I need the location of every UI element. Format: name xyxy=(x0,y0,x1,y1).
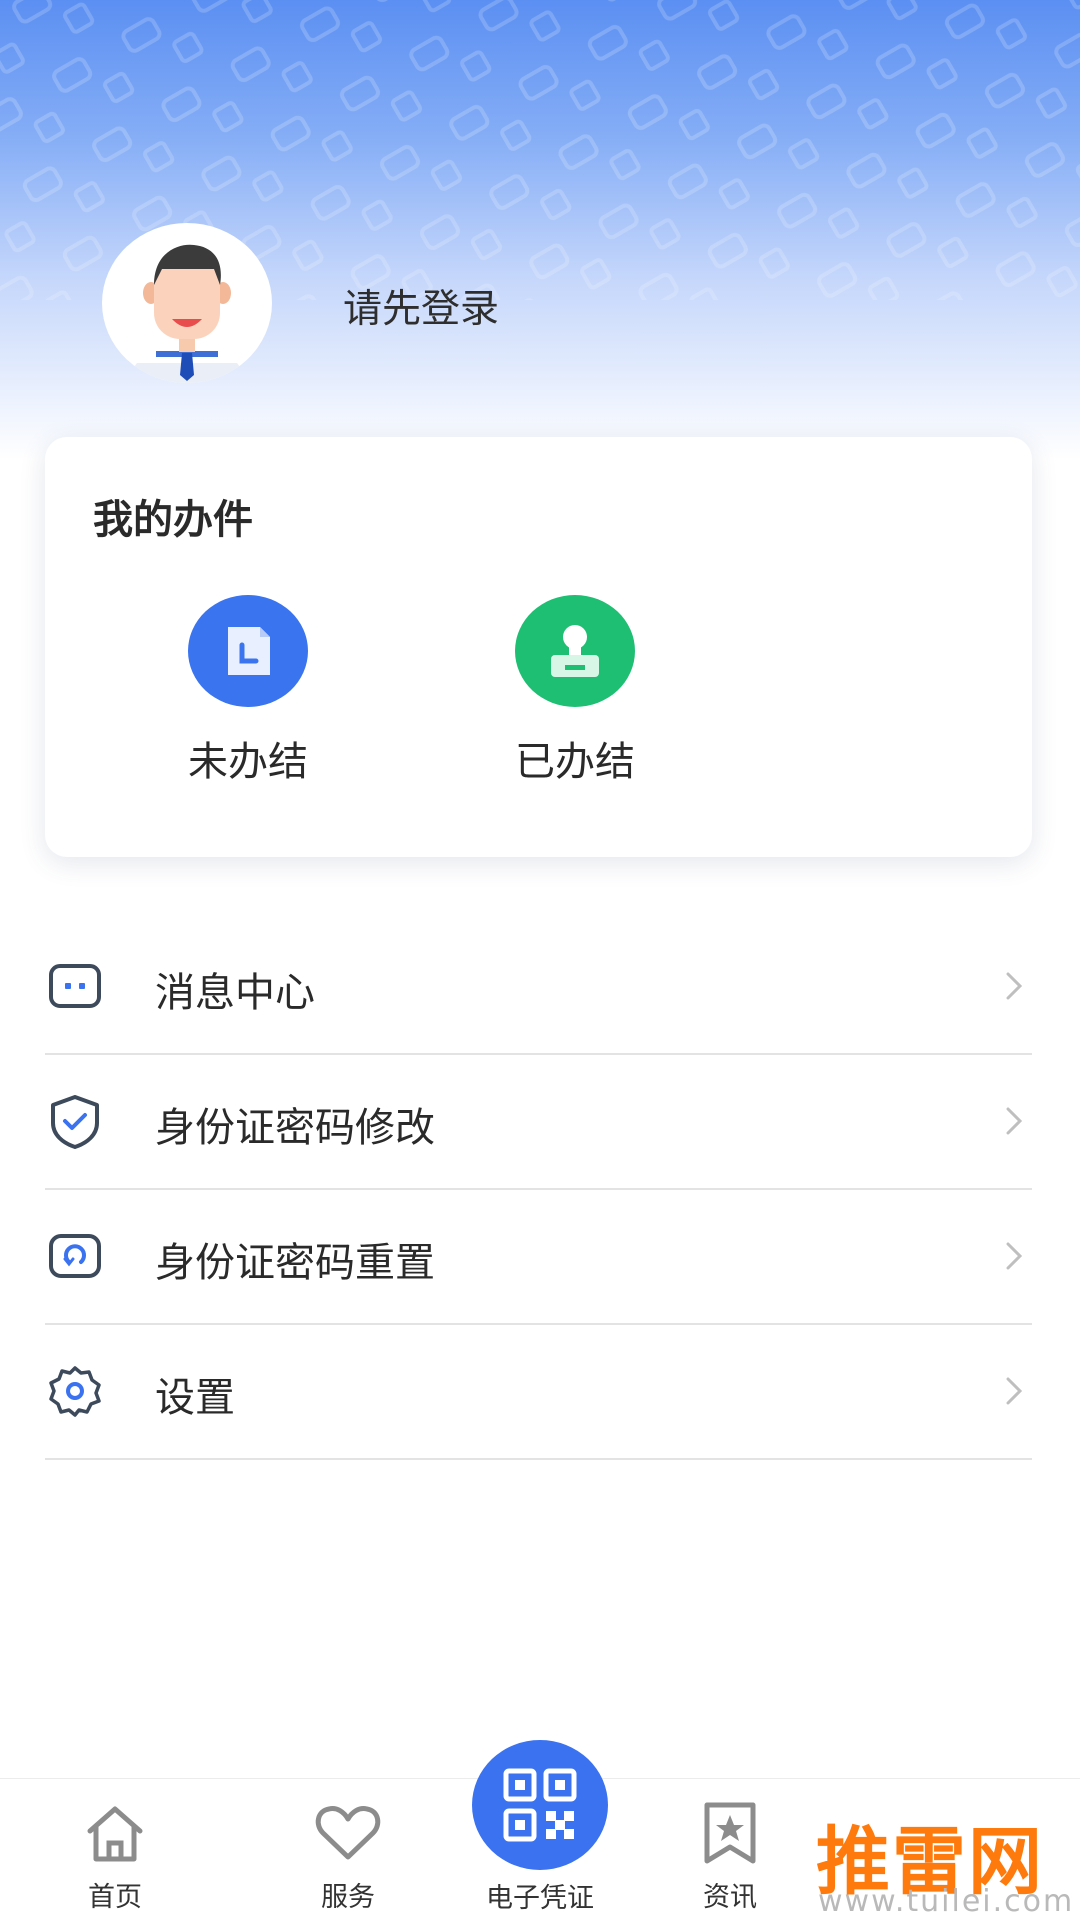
menu-label-id-password-change: 身份证密码修改 xyxy=(155,1105,435,1151)
chevron-right-icon xyxy=(1006,1377,1023,1405)
tab-home[interactable]: 首页 xyxy=(55,1801,175,1914)
menu-item-id-password-reset[interactable]: 身份证密码重置 xyxy=(45,1190,1032,1325)
heart-icon xyxy=(315,1806,381,1860)
watermark-url: www.tuilei.com xyxy=(818,1884,1075,1919)
login-prompt[interactable]: 请先登录 xyxy=(343,278,499,334)
chevron-right-icon xyxy=(1006,1242,1023,1270)
my-tasks-card: 我的办件 未办结 已办结 xyxy=(45,437,1032,857)
tab-services-label: 服务 xyxy=(321,1882,375,1913)
menu-item-id-password-change[interactable]: 身份证密码修改 xyxy=(45,1055,1032,1190)
chevron-right-icon xyxy=(1006,1107,1023,1135)
home-icon xyxy=(87,1806,143,1862)
menu-label-settings: 设置 xyxy=(155,1375,235,1421)
gear-icon xyxy=(49,1366,101,1417)
my-tasks-title: 我的办件 xyxy=(93,497,253,543)
shield-check-icon xyxy=(51,1095,99,1149)
task-pending[interactable]: 未办结 xyxy=(163,595,333,787)
menu-label-id-password-reset: 身份证密码重置 xyxy=(155,1240,435,1286)
reset-icon xyxy=(49,1234,101,1278)
bookmark-star-icon xyxy=(704,1802,756,1864)
tab-services[interactable]: 服务 xyxy=(288,1801,408,1914)
tab-news[interactable]: 资讯 xyxy=(670,1801,790,1914)
user-avatar-icon xyxy=(122,244,252,383)
task-completed[interactable]: 已办结 xyxy=(490,595,660,787)
menu-item-message-center[interactable]: 消息中心 xyxy=(45,920,1032,1055)
tab-e-certificate[interactable] xyxy=(472,1740,608,1870)
tab-news-label: 资讯 xyxy=(703,1882,757,1913)
tab-e-certificate-label[interactable]: 电子凭证 xyxy=(460,1876,620,1915)
stamp-icon xyxy=(515,595,635,707)
chevron-right-icon xyxy=(1006,972,1023,1000)
tab-home-label: 首页 xyxy=(88,1882,142,1913)
task-completed-label: 已办结 xyxy=(515,739,635,785)
message-icon xyxy=(49,964,101,1008)
menu-label-message-center: 消息中心 xyxy=(155,970,315,1016)
menu-list: 消息中心 身份证密码修改 身份证密码重置 设置 xyxy=(45,920,1032,1460)
task-pending-label: 未办结 xyxy=(188,739,308,785)
menu-item-settings[interactable]: 设置 xyxy=(45,1325,1032,1460)
document-clock-icon xyxy=(188,595,308,707)
avatar[interactable] xyxy=(102,223,272,383)
qr-code-icon xyxy=(503,1768,577,1842)
watermark: 推雷网 www.tuilei.com xyxy=(808,1798,1080,1920)
